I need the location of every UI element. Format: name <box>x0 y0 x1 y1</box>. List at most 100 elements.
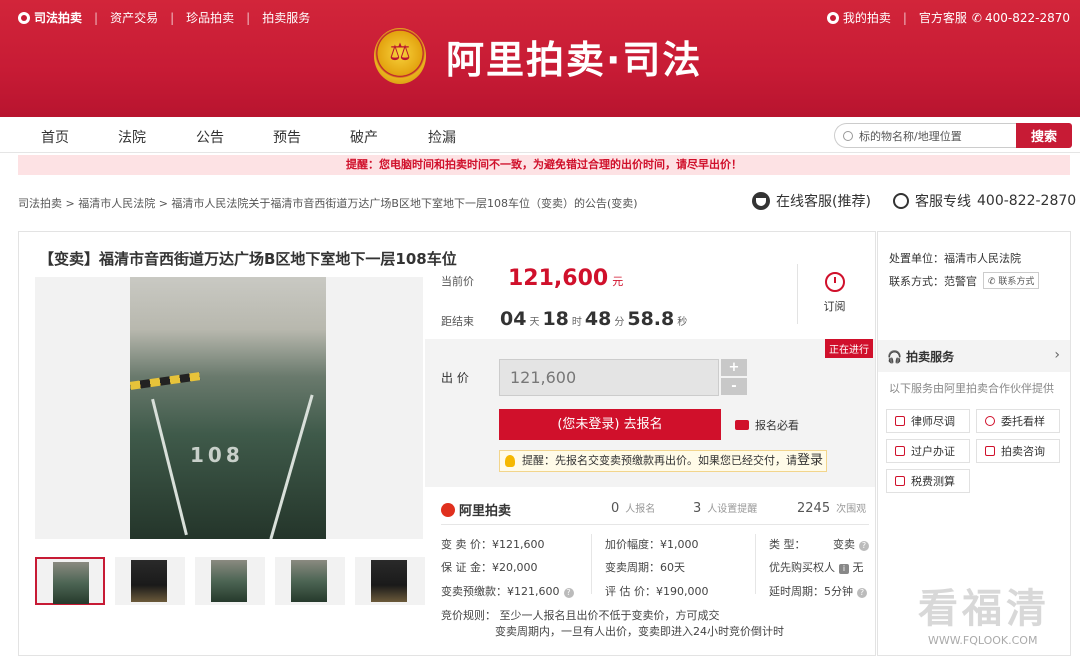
prepay-text: 变卖预缴款：¥121,600 <box>441 585 560 598</box>
reminder-label: 人设置提醒 <box>707 504 758 515</box>
thumbnail-image <box>53 562 89 604</box>
watermark-url: WWW.FQLOOK.COM <box>928 634 1038 647</box>
login-tip: 提醒：先报名交变卖预缴款再出价。如果您已经交付，请登录 <box>499 450 827 472</box>
thumbnail[interactable] <box>195 557 265 605</box>
lawyer-check-label: 律师尽调 <box>911 415 955 428</box>
phone-icon <box>893 193 909 209</box>
tax-calc-button[interactable]: 税费测算 <box>886 469 970 493</box>
hotline: 客服专线 400-822-2870 <box>893 191 1076 211</box>
search-input[interactable]: 标的物名称/地理位置 <box>834 123 1016 148</box>
service-subtitle: 以下服务由阿里拍卖合作伙伴提供 <box>889 382 1054 395</box>
thumbnail[interactable] <box>275 557 345 605</box>
sell-price: 变 卖 价：¥121,600 <box>441 538 545 551</box>
brand-link[interactable]: 司法拍卖 <box>18 9 82 26</box>
ali-logo-icon <box>441 502 455 517</box>
contact-label: 联系方式：范警官 <box>889 274 977 288</box>
search-placeholder: 标的物名称/地理位置 <box>859 129 962 143</box>
nav-preview[interactable]: 预告 <box>273 127 301 147</box>
lightbulb-icon <box>505 455 515 467</box>
user-icon <box>826 11 839 24</box>
nav-link-services[interactable]: 拍卖服务 <box>262 9 310 26</box>
price-unit: 元 <box>612 275 624 288</box>
my-auction-link[interactable]: 我的拍卖 <box>843 9 891 26</box>
nav-home[interactable]: 首页 <box>41 127 69 147</box>
item-panel: 【变卖】福清市音西街道万达广场B区地下室地下一层108车位 108 当前价 12… <box>18 231 876 656</box>
watermark-text: 看福清 <box>918 586 1050 632</box>
divider <box>755 534 756 594</box>
view-value: 2245 <box>797 501 831 516</box>
priority-label: 优先购买权人 <box>769 561 835 574</box>
help-icon[interactable]: ? <box>563 588 574 598</box>
entrust-viewing-button[interactable]: 委托看样 <box>976 409 1060 433</box>
help-icon[interactable]: ? <box>857 588 867 598</box>
online-service-link[interactable]: 在线客服(推荐) <box>752 191 871 211</box>
signup-count: 0 人报名 <box>611 500 655 516</box>
bid-input[interactable]: 121,600 <box>499 359 719 396</box>
org-link[interactable]: 福清市人民法院 <box>944 252 1021 265</box>
increase-bid-button[interactable]: + <box>721 359 747 376</box>
nav-notice[interactable]: 公告 <box>196 127 224 147</box>
parking-space-photo: 108 <box>130 277 326 539</box>
calculator-icon <box>895 476 905 486</box>
tip-text: 提醒：先报名交变卖预缴款再出价。如果您已经交付，请 <box>522 454 797 467</box>
search-button[interactable]: 搜索 <box>1016 123 1072 148</box>
main-photo[interactable]: 108 <box>35 277 423 539</box>
lawyer-check-button[interactable]: 律师尽调 <box>886 409 970 433</box>
nav-bargain[interactable]: 捡漏 <box>428 127 456 147</box>
divider: | <box>94 10 99 25</box>
auction-consult-button[interactable]: 拍卖咨询 <box>976 439 1060 463</box>
divider: | <box>246 10 251 25</box>
decrease-bid-button[interactable]: - <box>721 378 747 395</box>
item-title: 【变卖】福清市音西街道万达广场B区地下室地下一层108车位 <box>39 250 457 268</box>
alarm-clock-icon <box>824 272 845 292</box>
info-icon[interactable]: i <box>839 564 849 574</box>
delay-text: 延时周期：5分钟 <box>769 585 853 598</box>
rule-line-2: 变卖周期内，一旦有人出价，变卖即进入24小时竞价倒计时 <box>495 625 784 638</box>
login-link[interactable]: 登录 <box>797 453 823 468</box>
auction-service-header[interactable]: 🎧 拍卖服务 › <box>878 340 1070 372</box>
period: 变卖周期：60天 <box>605 561 685 574</box>
register-button[interactable]: (您未登录) 去报名 <box>499 409 721 440</box>
main-nav: 首页 法院 公告 预告 破产 捡漏 标的物名称/地理位置 搜索 <box>0 117 1080 153</box>
countdown-hours: 18 <box>542 308 569 330</box>
transfer-icon <box>895 446 905 456</box>
unit-minute: 分 <box>614 317 625 328</box>
thumbnail[interactable] <box>35 557 105 605</box>
deposit: 保 证 金：¥20,000 <box>441 561 538 574</box>
brand-label: 司法拍卖 <box>34 11 83 25</box>
watermark: 看福清 WWW.FQLOOK.COM <box>918 576 1050 647</box>
subscribe-button[interactable]: 订阅 <box>797 264 871 324</box>
nav-link-treasures[interactable]: 珍品拍卖 <box>186 9 234 26</box>
rule-line-1: 竞价规则： 至少一人报名且出价不低于变卖价，方可成交 <box>441 609 720 622</box>
countdown: 距结束 04 天 18 时 48 分 58.8 秒 <box>441 308 690 330</box>
transfer-button[interactable]: 过户办证 <box>886 439 970 463</box>
official-service-link[interactable]: 官方客服 <box>919 9 967 26</box>
disposal-unit: 处置单位：福清市人民法院 <box>889 250 1021 266</box>
phone-icon: ✆ <box>971 10 982 25</box>
unit-second: 秒 <box>677 317 688 328</box>
thumbnail[interactable] <box>115 557 185 605</box>
photo-space-number: 108 <box>190 443 244 467</box>
lawyer-icon <box>895 416 905 426</box>
divider <box>441 524 869 525</box>
current-price: 当前价 121,600 元 <box>441 266 623 291</box>
thumbnail-image <box>371 560 407 602</box>
prepay: 变卖预缴款：¥121,600? <box>441 583 574 599</box>
photo-line <box>269 394 314 539</box>
bid-label: 出 价 <box>441 371 469 385</box>
must-read-link[interactable]: 报名必看 <box>735 417 799 433</box>
hotline-label: 客服专线 <box>915 194 971 210</box>
location-icon <box>985 416 995 426</box>
help-icon[interactable]: ? <box>859 541 869 551</box>
site-logo[interactable]: 阿里拍卖·司法 <box>374 28 702 84</box>
nav-link-assets[interactable]: 资产交易 <box>110 9 158 26</box>
contact-button[interactable]: ✆ 联系方式 <box>983 272 1040 289</box>
nav-bankruptcy[interactable]: 破产 <box>350 127 378 147</box>
thumbnail[interactable] <box>355 557 425 605</box>
priority-buyer: 优先购买权人 i 无 <box>769 559 864 575</box>
nav-court[interactable]: 法院 <box>118 127 146 147</box>
breadcrumb[interactable]: 司法拍卖 > 福清市人民法院 > 福清市人民法院关于福清市音西街道万达广场B区地… <box>18 195 638 211</box>
ali-auction-brand: 阿里拍卖 <box>441 500 511 519</box>
signup-value: 0 <box>611 501 620 516</box>
priority-value: 无 <box>852 561 864 574</box>
